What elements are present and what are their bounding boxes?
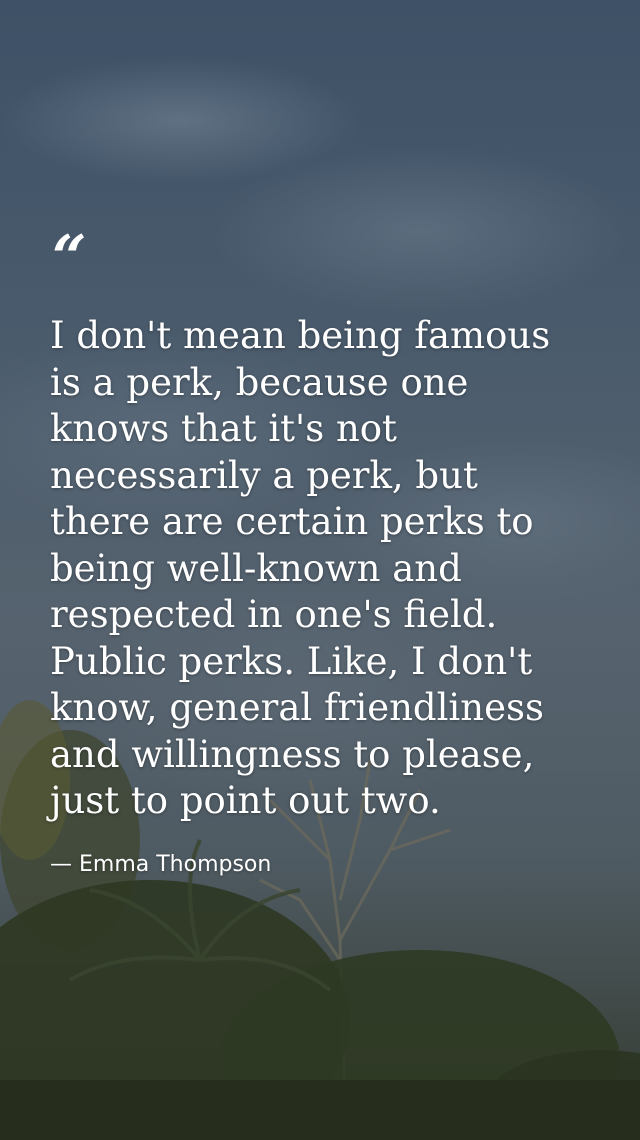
quote-text: I don't mean being famous is a perk, bec… xyxy=(50,313,610,825)
quote-line: Public perks. Like, I don't xyxy=(50,639,533,683)
quote-line: respected in one's field. xyxy=(50,593,498,636)
quote-line: knows that it's not xyxy=(50,407,397,450)
quote-line: necessarily a perk, but xyxy=(50,453,478,497)
quote-line: is a perk, because one xyxy=(50,360,469,404)
quote-mark-icon: “ xyxy=(52,228,87,276)
quote-line: just to point out two. xyxy=(50,779,441,822)
quote-line: there are certain perks to xyxy=(50,500,534,543)
quote-line: being well-known and xyxy=(50,546,462,590)
quote-line: I don't mean being famous xyxy=(50,314,551,357)
quote-line: and willingness to please, xyxy=(50,732,535,776)
quote-line: know, general friendliness xyxy=(50,686,544,729)
quote-attribution: — Emma Thompson xyxy=(50,852,272,877)
